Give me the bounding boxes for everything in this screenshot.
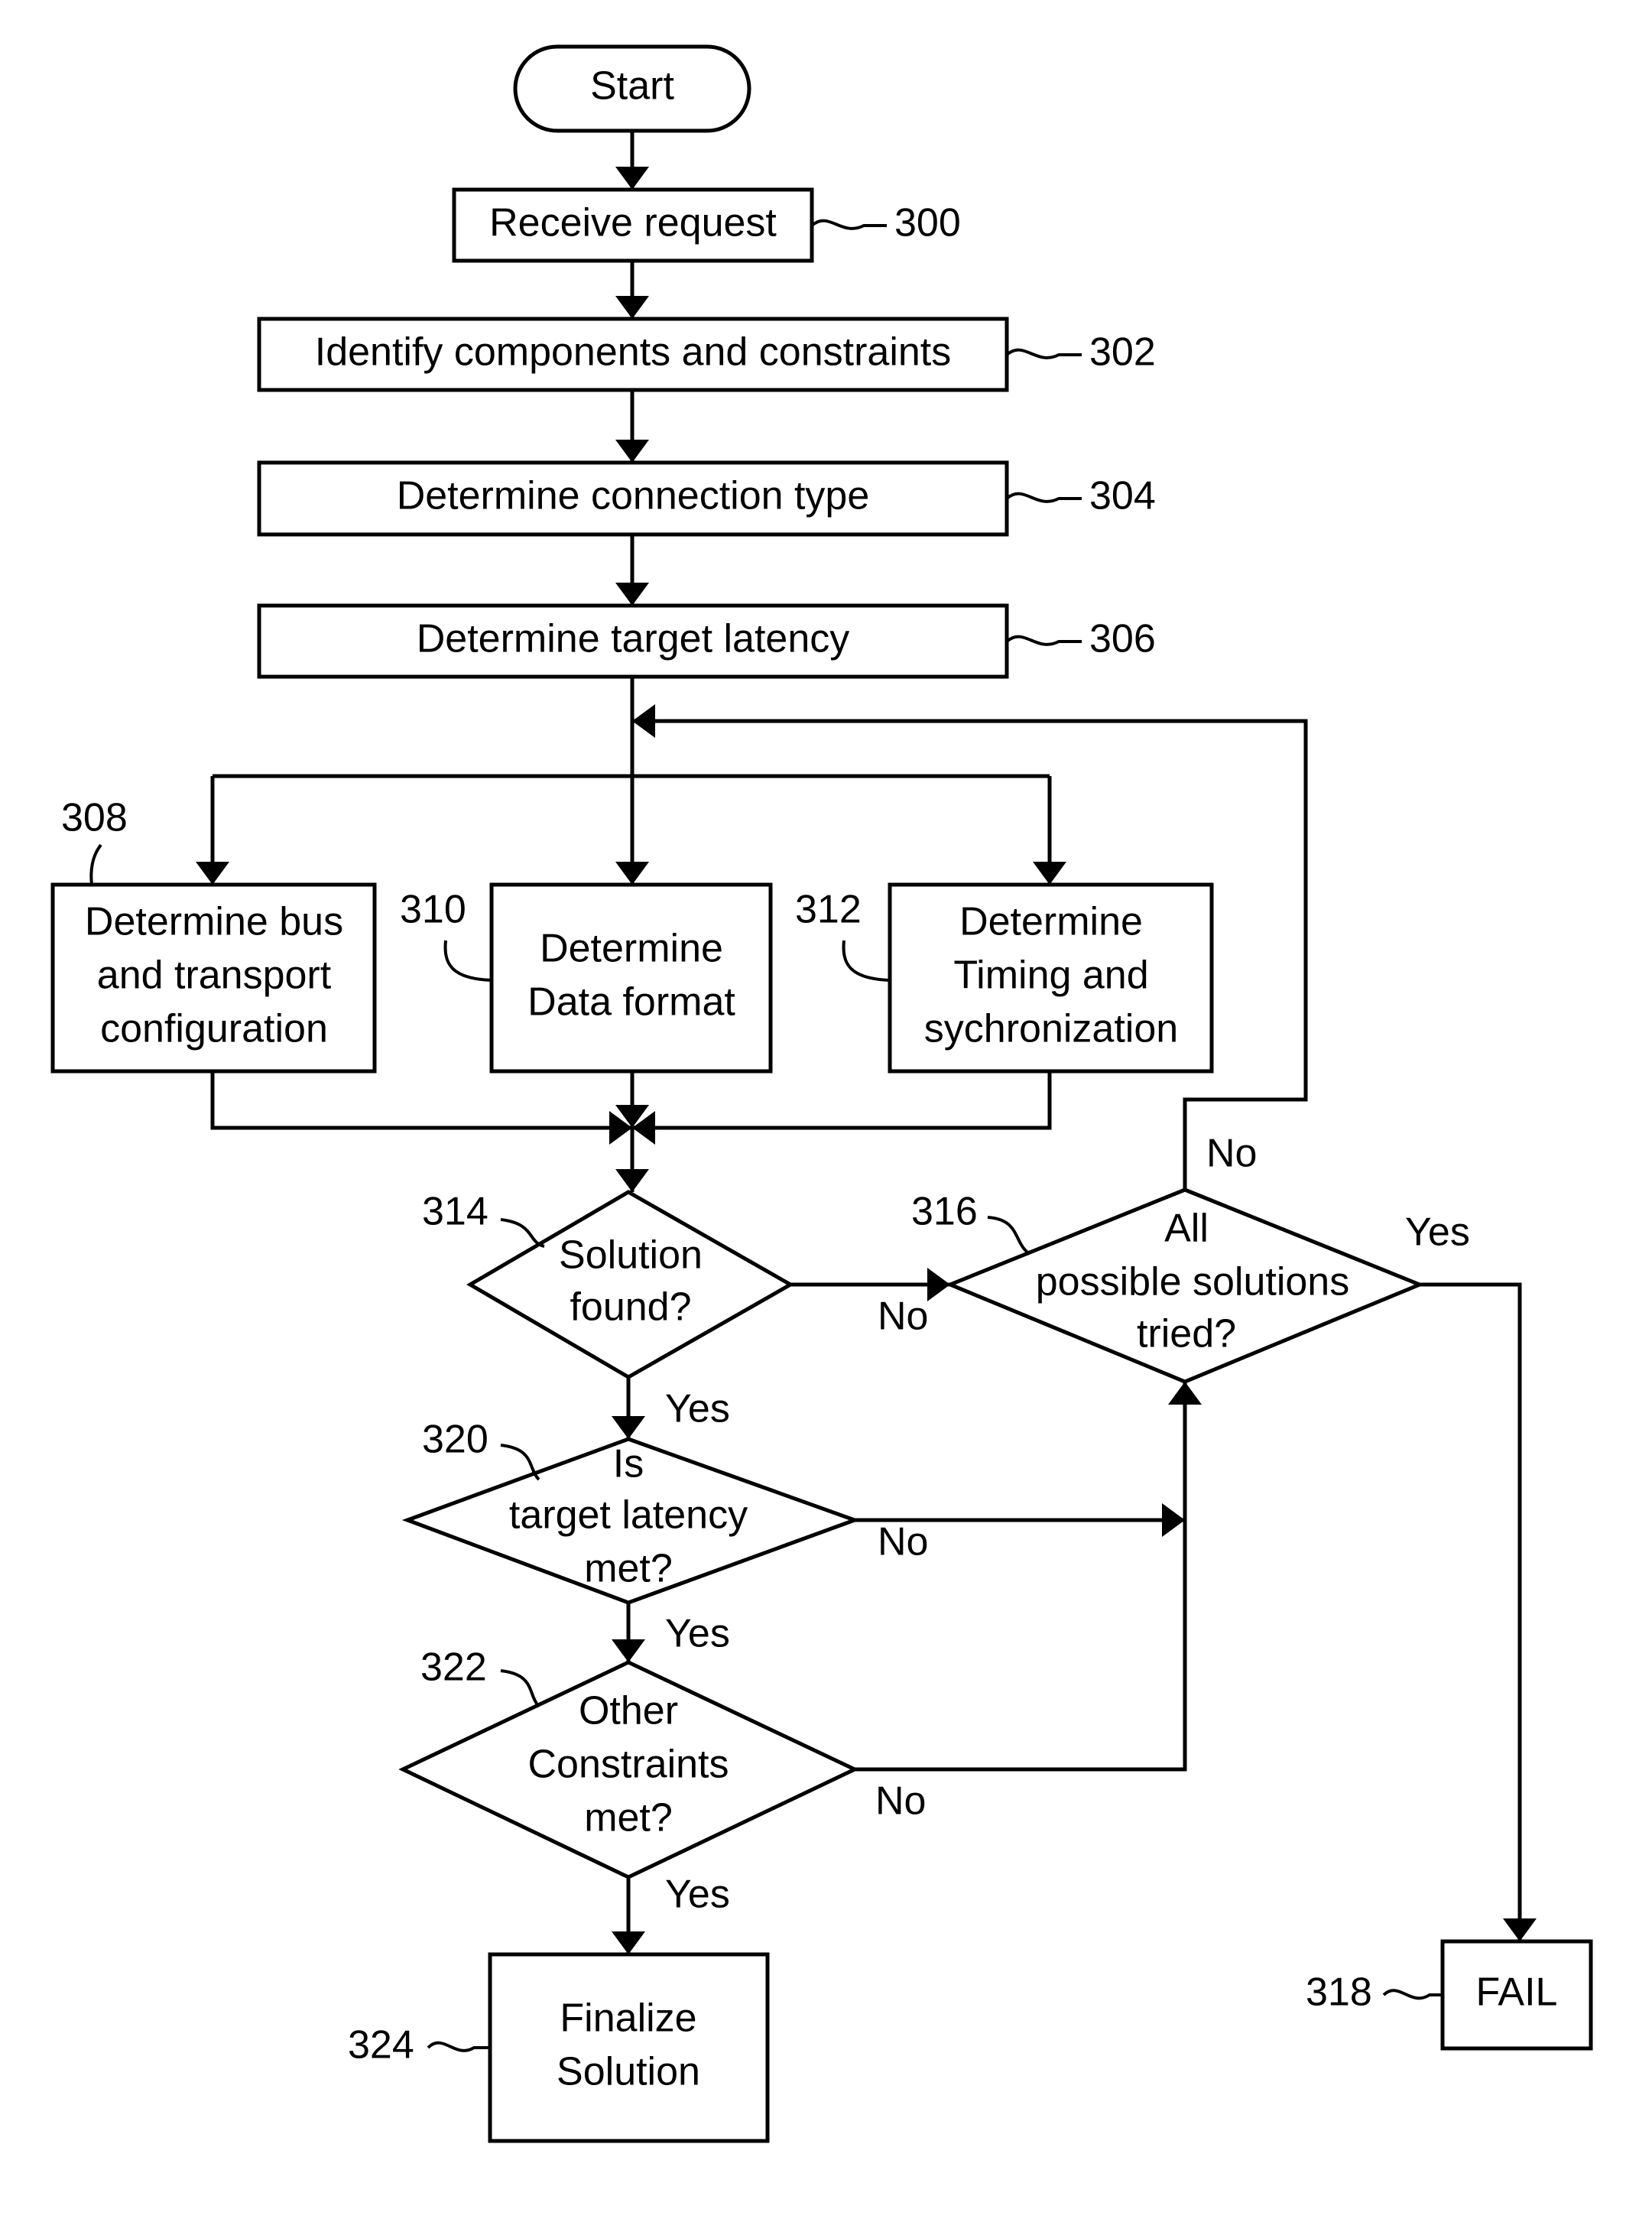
ref-320: 320 — [422, 1418, 488, 1462]
label-316-yes: Yes — [1405, 1210, 1470, 1255]
node-308-line-2: and transport — [97, 953, 332, 998]
node-start: Start — [513, 44, 751, 133]
node-320-line-1: Is — [613, 1442, 644, 1486]
node-316: All possible solutions tried? 316 — [911, 1187, 1425, 1384]
node-310-line-2: Data format — [527, 980, 735, 1025]
node-304: Determine connection type 304 — [257, 460, 1156, 537]
node-314: Solution found? 314 — [422, 1190, 795, 1379]
node-322: Other Constraints met? 322 — [398, 1645, 859, 1879]
node-318: FAIL 318 — [1306, 1939, 1593, 2051]
node-308-line-1: Determine bus — [85, 900, 343, 944]
node-312-line-2: Timing and — [953, 953, 1148, 998]
edge-312-merge — [632, 1071, 1052, 1145]
label-314-yes: Yes — [665, 1387, 730, 1431]
edge-316-yes — [1420, 1282, 1537, 1941]
node-316-line-1: All — [1164, 1207, 1209, 1251]
node-302-label: Identify components and constraints — [315, 330, 951, 375]
ref-322: 322 — [420, 1645, 487, 1690]
node-320: Is target latency met? 320 — [401, 1418, 861, 1605]
connectors — [196, 131, 1537, 1954]
ref-310: 310 — [400, 888, 466, 932]
label-320-no: No — [878, 1520, 928, 1564]
node-306-label: Determine target latency — [417, 617, 850, 661]
node-318-label: FAIL — [1476, 1970, 1558, 2015]
node-314-line-2: found? — [570, 1285, 691, 1330]
ref-302: 302 — [1089, 330, 1156, 375]
node-314-line-1: Solution — [559, 1233, 703, 1278]
label-322-yes: Yes — [665, 1873, 730, 1917]
node-322-line-1: Other — [579, 1689, 678, 1733]
ref-300: 300 — [894, 201, 961, 245]
node-316-line-2: possible solutions — [1036, 1260, 1349, 1304]
node-324-line-2: Solution — [557, 2050, 700, 2094]
node-310-line-1: Determine — [540, 927, 723, 971]
node-302: Identify components and constraints 302 — [257, 317, 1156, 392]
node-324: Finalize Solution 324 — [348, 1952, 770, 2143]
node-310: Determine Data format 310 — [400, 882, 773, 1074]
node-316-line-3: tried? — [1137, 1312, 1236, 1356]
node-324-line-1: Finalize — [560, 1996, 696, 2041]
node-304-label: Determine connection type — [397, 474, 870, 518]
ref-318: 318 — [1306, 1970, 1372, 2015]
node-300: Receive request 300 — [452, 187, 961, 263]
label-320-yes: Yes — [665, 1612, 730, 1656]
ref-324: 324 — [348, 2023, 414, 2068]
node-322-line-3: met? — [584, 1796, 673, 1840]
edge-308-merge — [210, 1071, 632, 1145]
label-316-no: No — [1206, 1132, 1257, 1176]
ref-308: 308 — [61, 796, 128, 840]
node-start-label: Start — [590, 64, 674, 109]
node-322-line-2: Constraints — [528, 1743, 729, 1787]
ref-306: 306 — [1089, 617, 1156, 661]
node-306: Determine target latency 306 — [257, 603, 1156, 679]
node-312: Determine Timing and sychronization 312 — [795, 882, 1214, 1074]
node-312-line-1: Determine — [959, 900, 1143, 944]
ref-314: 314 — [422, 1190, 488, 1234]
ref-304: 304 — [1089, 474, 1156, 518]
label-314-no: No — [878, 1295, 928, 1339]
label-322-no: No — [875, 1779, 926, 1824]
node-308-line-3: configuration — [100, 1007, 328, 1051]
node-320-line-3: met? — [584, 1547, 673, 1591]
ref-316: 316 — [911, 1190, 978, 1234]
flowchart: Start Receive request 300 Identify compo… — [50, 44, 1593, 2143]
edge-322-no — [855, 1382, 1202, 1772]
node-312-line-3: sychronization — [924, 1007, 1178, 1051]
ref-312: 312 — [795, 888, 862, 932]
node-320-line-2: target latency — [509, 1493, 748, 1538]
node-300-label: Receive request — [489, 201, 777, 245]
